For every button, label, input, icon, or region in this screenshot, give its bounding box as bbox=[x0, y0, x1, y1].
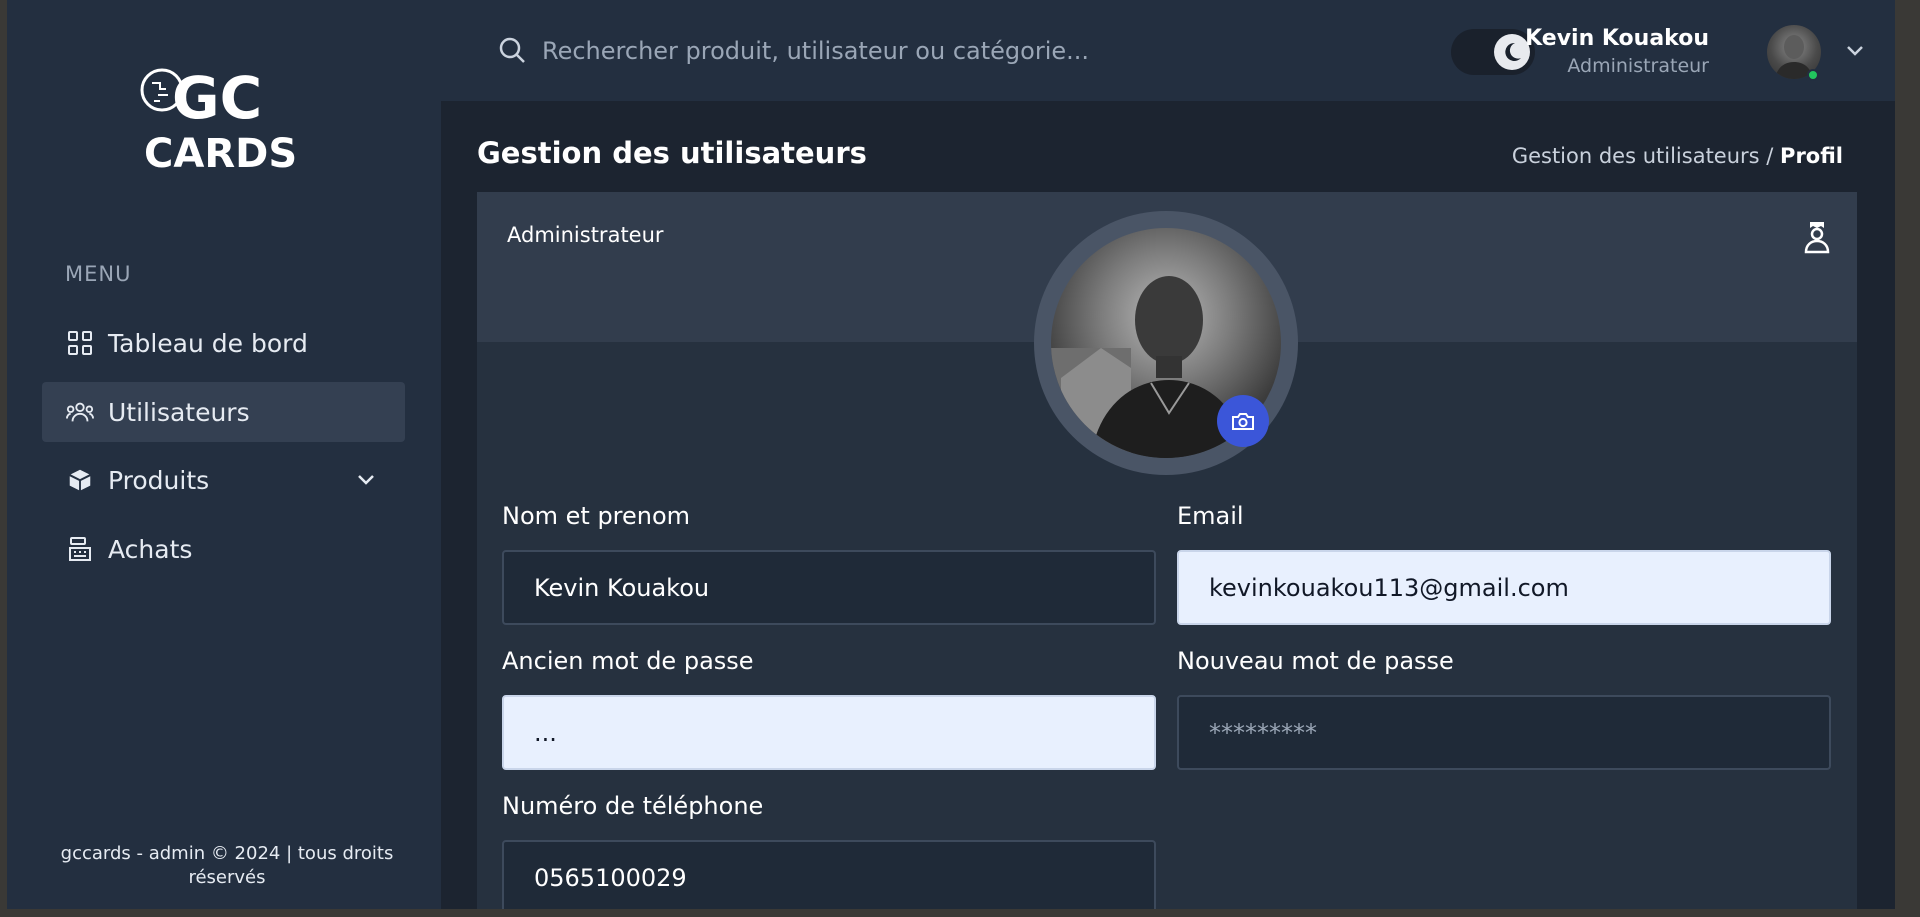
admin-badge-icon bbox=[1804, 222, 1830, 254]
svg-text:GC: GC bbox=[172, 64, 262, 132]
new-password-label: Nouveau mot de passe bbox=[1177, 647, 1454, 675]
gccards-logo[interactable]: GC CARDS bbox=[140, 55, 316, 175]
theme-toggle[interactable] bbox=[1451, 29, 1535, 75]
sidebar-item-purchases[interactable]: Achats bbox=[42, 519, 405, 579]
sidebar-item-label: Utilisateurs bbox=[108, 397, 250, 427]
menu-title: MENU bbox=[65, 262, 132, 286]
sidebar-item-label: Produits bbox=[108, 465, 210, 495]
breadcrumb-current: Profil bbox=[1780, 144, 1843, 168]
profile-role: Administrateur bbox=[507, 223, 664, 247]
phone-field[interactable] bbox=[502, 840, 1156, 909]
sidebar-item-label: Tableau de bord bbox=[108, 328, 308, 358]
users-icon bbox=[66, 398, 94, 426]
app-window: GC CARDS MENU Tableau de bord Utilisateu… bbox=[7, 0, 1895, 909]
search-input[interactable] bbox=[542, 30, 1102, 72]
breadcrumb-parent[interactable]: Gestion des utilisateurs / bbox=[1512, 144, 1774, 168]
sidebar-item-label: Achats bbox=[108, 534, 193, 564]
sidebar-item-users[interactable]: Utilisateurs bbox=[42, 382, 405, 442]
package-icon bbox=[66, 466, 94, 494]
email-field[interactable] bbox=[1177, 550, 1831, 625]
search-icon bbox=[499, 37, 525, 63]
grid-icon bbox=[66, 329, 94, 357]
sidebar-item-dashboard[interactable]: Tableau de bord bbox=[42, 313, 405, 373]
chevron-down-icon[interactable] bbox=[355, 468, 377, 490]
name-label: Nom et prenom bbox=[502, 502, 691, 530]
breadcrumb: Gestion des utilisateurs / Profil bbox=[1512, 144, 1843, 168]
sidebar-item-products[interactable]: Produits bbox=[42, 450, 405, 510]
svg-text:CARDS: CARDS bbox=[144, 131, 297, 175]
camera-icon bbox=[1232, 413, 1254, 430]
old-password-label: Ancien mot de passe bbox=[502, 647, 754, 675]
email-label: Email bbox=[1177, 502, 1244, 530]
sidebar-footer: gccards - admin © 2024 | tous droits rés… bbox=[60, 843, 394, 888]
online-status-dot bbox=[1807, 69, 1819, 81]
new-password-field[interactable] bbox=[1177, 695, 1831, 770]
user-name: Kevin Kouakou bbox=[1525, 26, 1709, 51]
old-password-field[interactable] bbox=[502, 695, 1156, 770]
user-role: Administrateur bbox=[1567, 55, 1709, 77]
sidebar: GC CARDS MENU Tableau de bord Utilisateu… bbox=[7, 0, 441, 909]
phone-label: Numéro de téléphone bbox=[502, 792, 764, 820]
profile-card: Administrateur Nom et prenom Kevin Kouak… bbox=[477, 192, 1857, 909]
top-header: Kevin Kouakou Administrateur bbox=[441, 0, 1895, 101]
change-photo-button[interactable] bbox=[1217, 395, 1269, 447]
chevron-down-icon[interactable] bbox=[1843, 38, 1867, 62]
name-field[interactable] bbox=[502, 550, 1156, 625]
cash-register-icon bbox=[66, 535, 94, 563]
page-title: Gestion des utilisateurs bbox=[477, 136, 867, 170]
